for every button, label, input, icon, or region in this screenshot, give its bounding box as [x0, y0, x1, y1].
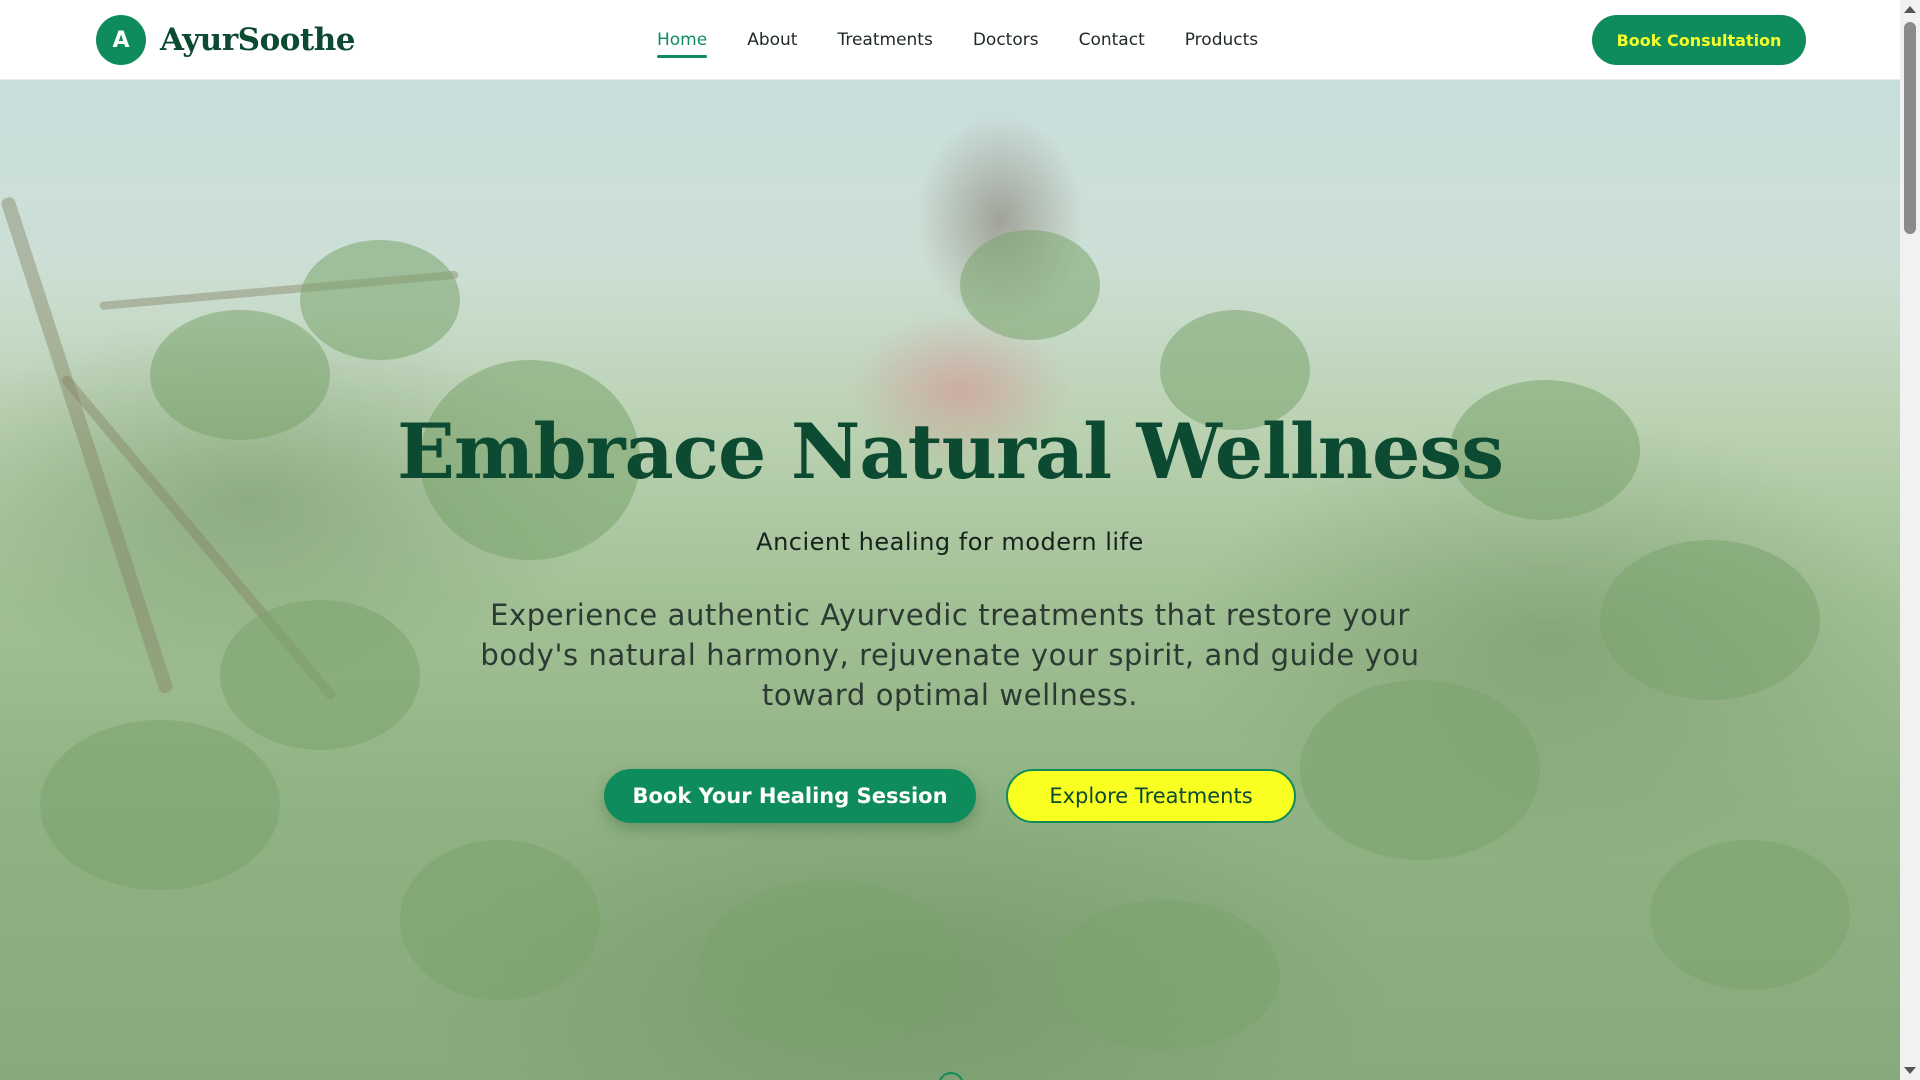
nav-item-home[interactable]: Home: [657, 24, 708, 58]
book-consultation-button[interactable]: Book Consultation: [1592, 15, 1806, 65]
hero-section: Embrace Natural Wellness Ancient healing…: [0, 80, 1900, 1080]
explore-treatments-button[interactable]: Explore Treatments: [1006, 769, 1296, 823]
site-header: A AyurSoothe Home About Treatments Docto…: [0, 0, 1900, 80]
hero-description: Experience authentic Ayurvedic treatment…: [480, 598, 1420, 712]
book-healing-session-button[interactable]: Book Your Healing Session: [604, 769, 976, 823]
nav-item-treatments[interactable]: Treatments: [837, 24, 932, 56]
hero-subtitle: Ancient healing for modern life: [756, 528, 1144, 556]
scroll-down-arrow-icon[interactable]: [1904, 1067, 1916, 1074]
main-nav: Home About Treatments Doctors Contact Pr…: [657, 0, 1298, 80]
brand[interactable]: A AyurSoothe: [96, 15, 356, 65]
nav-item-about[interactable]: About: [747, 24, 797, 56]
page-scrollbar[interactable]: [1900, 0, 1920, 1080]
brand-name[interactable]: AyurSoothe: [160, 22, 356, 58]
scrollbar-thumb[interactable]: [1904, 22, 1916, 234]
logo-badge[interactable]: A: [96, 15, 146, 65]
hero-title: Embrace Natural Wellness: [397, 407, 1504, 496]
hero-overlay: [0, 80, 1900, 1080]
nav-item-products[interactable]: Products: [1185, 24, 1258, 56]
nav-item-contact[interactable]: Contact: [1079, 24, 1145, 56]
scroll-up-arrow-icon[interactable]: [1904, 6, 1916, 13]
nav-item-doctors[interactable]: Doctors: [973, 24, 1039, 56]
